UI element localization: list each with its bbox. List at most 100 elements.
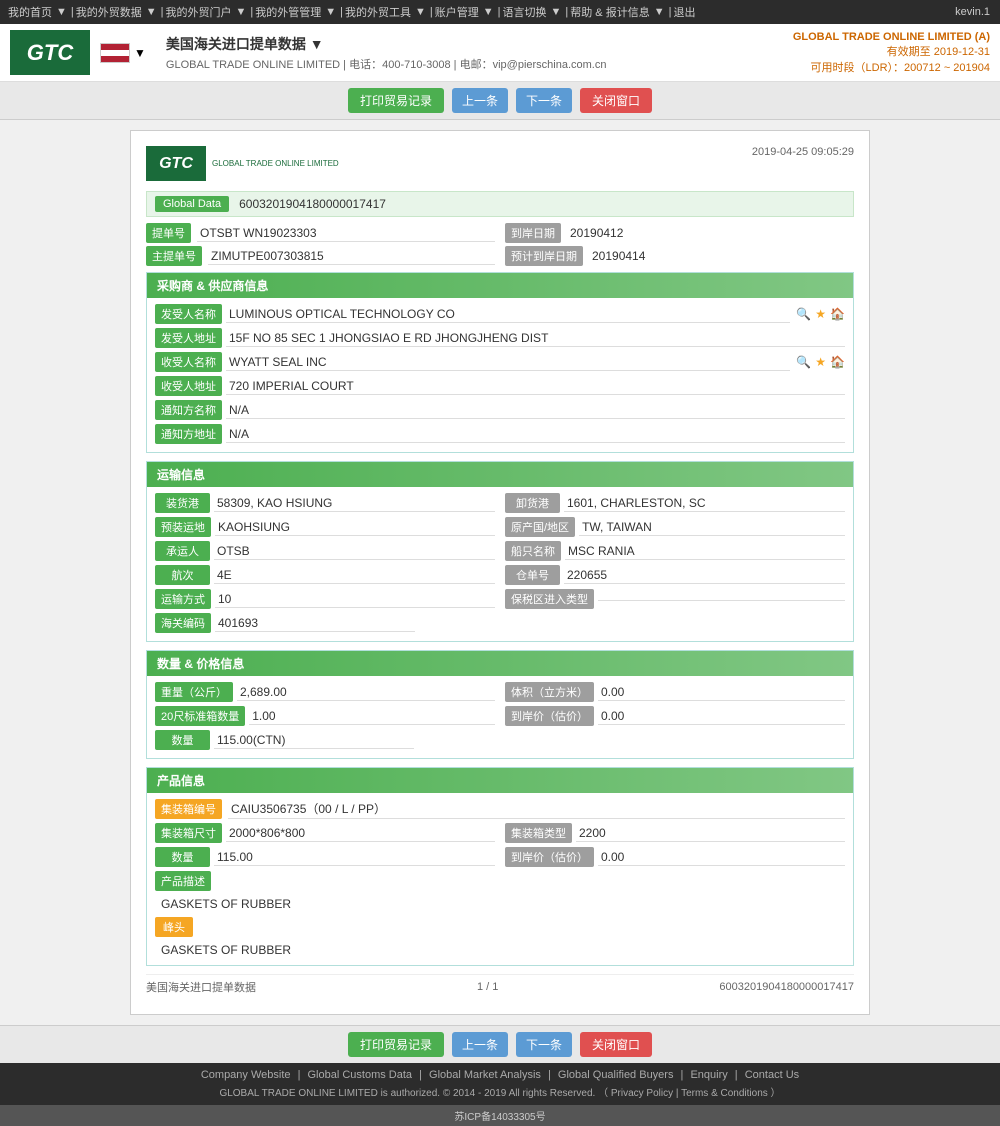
shipper-section-title: 采购商 & 供应商信息	[147, 273, 853, 298]
container-no-label: 集装箱编号	[155, 799, 222, 819]
country-value: TW, TAIWAN	[579, 519, 845, 536]
title-dropdown-icon[interactable]: ▼	[310, 36, 324, 52]
print-button[interactable]: 打印贸易记录	[348, 88, 444, 113]
container-no-row: 集装箱编号 CAIU3506735（00 / L / PP）	[155, 799, 845, 819]
nav-sep9: ▼	[415, 6, 426, 18]
page-footer: Company Website | Global Customs Data | …	[0, 1063, 1000, 1105]
main-content: GTC GLOBAL TRADE ONLINE LIMITED 2019-04-…	[0, 120, 1000, 1025]
container-size-value: 2000*806*800	[226, 825, 495, 842]
voyage-row: 航次 4E 仓单号 220655	[155, 565, 845, 585]
container20-cell: 20尺标准箱数量 1.00	[155, 706, 495, 726]
carrier-label: 承运人	[155, 541, 210, 561]
receiver-name-row: 收受人名称 WYATT SEAL INC 🔍 ★ 🏠	[155, 352, 845, 372]
receiver-home-icon[interactable]: 🏠	[830, 355, 845, 369]
preload-cell: 预装运地 KAOHSIUNG	[155, 517, 495, 537]
volume-cell: 体积（立方米） 0.00	[505, 682, 845, 702]
nav-trade-data[interactable]: 我的外贸数据	[76, 4, 142, 20]
bill-number-value: OTSBT WN19023303	[197, 225, 495, 242]
product-desc-value: GASKETS OF RUBBER	[155, 895, 845, 913]
close-button[interactable]: 关闭窗口	[580, 88, 652, 113]
arrival-date-cell: 到岸日期 20190412	[505, 223, 854, 243]
nav-sep13: ▼	[551, 6, 562, 18]
logo-initials: GTC	[27, 40, 73, 66]
receiver-star-icon[interactable]: ★	[815, 355, 826, 369]
weight-cell: 重量（公斤） 2,689.00	[155, 682, 495, 702]
sender-name-row: 发受人名称 LUMINOUS OPTICAL TECHNOLOGY CO 🔍 ★…	[155, 304, 845, 324]
carrier-value: OTSB	[214, 543, 495, 560]
global-data-row: Global Data 6003201904180000017417	[146, 191, 854, 217]
bill-row: 提单号 OTSBT WN19023303 到岸日期 20190412	[146, 223, 854, 243]
container20-row: 20尺标准箱数量 1.00 到岸价（估价） 0.00	[155, 706, 845, 726]
nav-sep10: |	[430, 6, 433, 18]
bottom-prev-button[interactable]: 上一条	[452, 1032, 508, 1057]
notify-addr-row: 通知方地址 N/A	[155, 424, 845, 444]
quantity-section: 数量 & 价格信息 重量（公斤） 2,689.00 体积（立方米） 0.00 2…	[146, 650, 854, 759]
est-arrival-value: 20190414	[589, 248, 854, 264]
bonded-label: 保税区进入类型	[505, 589, 594, 609]
manifest-cell: 仓单号 220655	[505, 565, 845, 585]
notify-name-value: N/A	[226, 402, 845, 419]
nav-lang[interactable]: 语言切换	[503, 4, 547, 20]
ldr-range: 可用时段（LDR）：200712 ~ 201904	[793, 59, 990, 75]
footer-contact[interactable]: Contact Us	[745, 1069, 799, 1081]
nav-sep4: |	[161, 6, 164, 18]
voyage-cell: 航次 4E	[155, 565, 495, 585]
product-qty-value: 115.00	[214, 849, 495, 866]
logo-area: GTC ▼	[10, 30, 156, 75]
nav-sep3: ▼	[146, 6, 157, 18]
footer-customs-data[interactable]: Global Customs Data	[308, 1069, 413, 1081]
transport-type-label: 运输方式	[155, 589, 211, 609]
receiver-search-icon[interactable]: 🔍	[796, 355, 811, 369]
footer-enquiry[interactable]: Enquiry	[690, 1069, 727, 1081]
nav-user: kevin.1	[955, 6, 990, 18]
notify-name-row: 通知方名称 N/A	[155, 400, 845, 420]
flag-area: ▼	[100, 43, 146, 63]
footer-market-analysis[interactable]: Global Market Analysis	[429, 1069, 541, 1081]
flag-dropdown[interactable]: ▼	[134, 46, 146, 60]
product-desc-row: 产品描述	[155, 871, 845, 891]
prev-button[interactable]: 上一条	[452, 88, 508, 113]
nav-sep14: |	[565, 6, 568, 18]
nav-sep15: ▼	[654, 6, 665, 18]
next-button[interactable]: 下一条	[516, 88, 572, 113]
nav-tools[interactable]: 我的外贸工具	[345, 4, 411, 20]
carrier-cell: 承运人 OTSB	[155, 541, 495, 561]
bonded-cell: 保税区进入类型	[505, 589, 845, 609]
product-arrival-price-value: 0.00	[598, 849, 845, 866]
receiver-name-label: 收受人名称	[155, 352, 222, 372]
sender-home-icon[interactable]: 🏠	[830, 307, 845, 321]
nav-portal[interactable]: 我的外贸门户	[166, 4, 232, 20]
company-info: GLOBAL TRADE ONLINE LIMITED | 电话：400-710…	[166, 56, 793, 72]
sender-star-icon[interactable]: ★	[815, 307, 826, 321]
nav-account[interactable]: 账户管理	[435, 4, 479, 20]
bottom-next-button[interactable]: 下一条	[516, 1032, 572, 1057]
doc-logo-initials: GTC	[159, 155, 193, 173]
us-flag	[100, 43, 130, 63]
nav-help[interactable]: 帮助 & 报计信息	[570, 4, 649, 20]
bottom-print-button[interactable]: 打印贸易记录	[348, 1032, 444, 1057]
peak-row: 峰头	[155, 917, 845, 937]
nav-logout[interactable]: 退出	[673, 4, 695, 20]
nav-mgmt[interactable]: 我的外管管理	[255, 4, 321, 20]
dest-port-label: 卸货港	[505, 493, 560, 513]
page-header: GTC ▼ 美国海关进口提单数据 ▼ GLOBAL TRADE ONLINE L…	[0, 24, 1000, 82]
bottom-close-button[interactable]: 关闭窗口	[580, 1032, 652, 1057]
doc-footer-left: 美国海关进口提单数据	[146, 979, 256, 995]
receiver-search-icons: 🔍 ★ 🏠	[796, 355, 845, 369]
footer-company-website[interactable]: Company Website	[201, 1069, 291, 1081]
vessel-cell: 船只名称 MSC RANIA	[505, 541, 845, 561]
receiver-addr-value: 720 IMPERIAL COURT	[226, 378, 845, 395]
footer-qualified-buyers[interactable]: Global Qualified Buyers	[558, 1069, 674, 1081]
peak-value: GASKETS OF RUBBER	[155, 941, 845, 959]
qty-value: 115.00(CTN)	[214, 732, 414, 749]
master-bill-row: 主提单号 ZIMUTPE007303815 预计到岸日期 20190414	[146, 246, 854, 266]
nav-sep: ▼	[56, 6, 67, 18]
receiver-addr-label: 收受人地址	[155, 376, 222, 396]
nav-home[interactable]: 我的首页	[8, 4, 52, 20]
origin-port-value: 58309, KAO HSIUNG	[214, 495, 495, 512]
sender-search-icon[interactable]: 🔍	[796, 307, 811, 321]
nav-sep12: |	[498, 6, 501, 18]
customs-label: 海关编码	[155, 613, 211, 633]
carrier-row: 承运人 OTSB 船只名称 MSC RANIA	[155, 541, 845, 561]
page-title-text: 美国海关进口提单数据	[166, 36, 306, 52]
